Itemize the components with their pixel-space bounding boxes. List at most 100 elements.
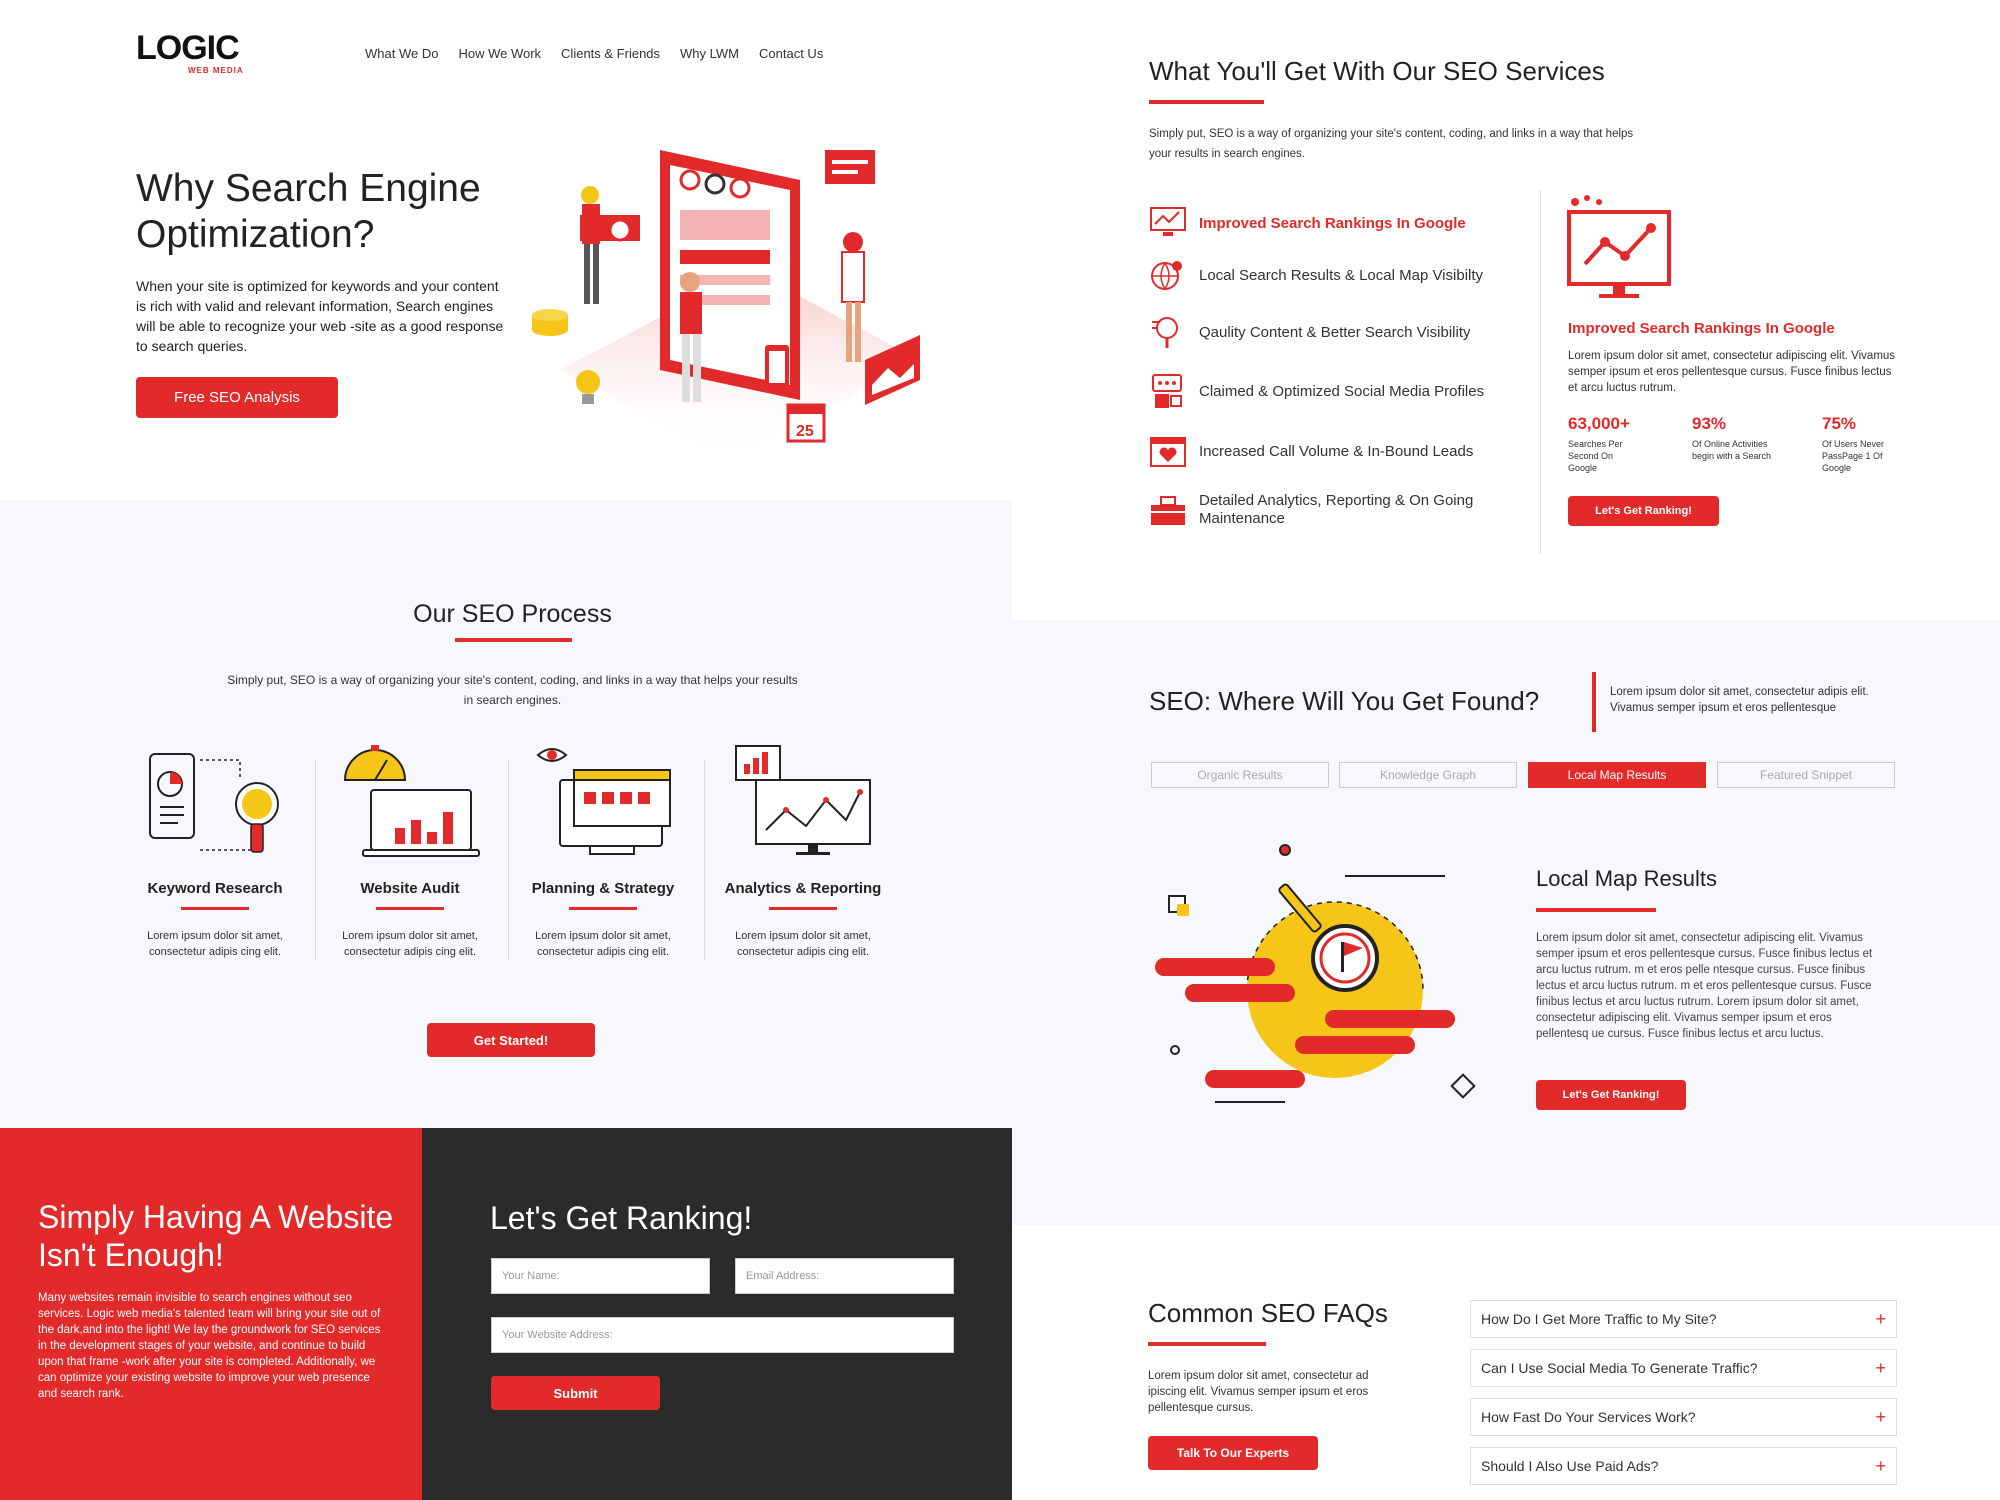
- service-item[interactable]: Claimed & Optimized Social Media Profile…: [1149, 360, 1529, 422]
- hero-title: Why Search Engine Optimization?: [136, 167, 481, 256]
- stat-1: 63,000+ Searches Per Second On Google: [1568, 414, 1648, 474]
- plus-icon[interactable]: +: [1875, 1407, 1886, 1428]
- keyword-research-icon: [149, 753, 279, 853]
- site-logo[interactable]: LOGIC WEB MEDIA: [136, 29, 256, 75]
- faq-question: How Do I Get More Traffic to My Site?: [1481, 1311, 1717, 1327]
- globe-pin-icon: [1151, 261, 1182, 291]
- found-detail-title: Local Map Results: [1536, 866, 1717, 891]
- service-item[interactable]: Qaulity Content & Better Search Visibili…: [1149, 304, 1529, 360]
- nav-why-lwm[interactable]: Why LWM: [680, 46, 739, 61]
- local-map-illustration: [1155, 844, 1476, 1103]
- step-underline: [569, 907, 637, 910]
- stat-label: Of Online Activities begin with a Search: [1692, 439, 1772, 461]
- analytics-reporting-icon: [735, 745, 871, 855]
- found-side-text: Lorem ipsum dolor sit amet, consectetur …: [1610, 686, 1869, 714]
- chart-monitor-icon: [1150, 207, 1186, 236]
- nav-what-we-do[interactable]: What We Do: [365, 46, 438, 61]
- tab-featured-snippet[interactable]: Featured Snippet: [1717, 762, 1895, 788]
- services-title-underline: [1149, 100, 1264, 104]
- faq-item-4[interactable]: Should I Also Use Paid Ads? +: [1470, 1447, 1897, 1485]
- service-label: Improved Search Rankings In Google: [1199, 214, 1466, 232]
- faq-item-1[interactable]: How Do I Get More Traffic to My Site? +: [1470, 1300, 1897, 1338]
- email-input[interactable]: [735, 1258, 954, 1294]
- form-panel: [422, 1128, 1012, 1500]
- found-title-bar: [1592, 672, 1596, 732]
- service-item[interactable]: Increased Call Volume & In-Bound Leads: [1149, 422, 1529, 480]
- nav-clients-friends[interactable]: Clients & Friends: [561, 46, 660, 61]
- heart-calendar-icon: [1150, 437, 1186, 467]
- step-title: Analytics & Reporting: [724, 880, 882, 897]
- website-input[interactable]: [491, 1317, 954, 1353]
- process-step-2: Website Audit Lorem ipsum dolor sit amet…: [325, 880, 495, 960]
- process-title: Our SEO Process: [413, 600, 612, 628]
- lets-get-ranking-button-2[interactable]: Let's Get Ranking!: [1536, 1080, 1686, 1110]
- search-content-icon: [1152, 317, 1178, 348]
- get-started-button[interactable]: Get Started!: [427, 1023, 595, 1057]
- step-desc: Lorem ipsum dolor sit amet, consectetur …: [535, 930, 671, 958]
- found-title: SEO: Where Will You Get Found?: [1149, 686, 1540, 716]
- service-label: Qaulity Content & Better Search Visibili…: [1199, 323, 1471, 341]
- website-audit-icon: [343, 745, 480, 857]
- submit-button[interactable]: Submit: [491, 1376, 660, 1410]
- found-detail-text: Lorem ipsum dolor sit amet, consectetur …: [1536, 932, 1873, 1040]
- toolbox-icon: [1151, 496, 1185, 525]
- process-step-3: Planning & Strategy Lorem ipsum dolor si…: [518, 880, 688, 960]
- process-divider: [315, 760, 316, 960]
- cta-title: Simply Having A Website Isn't Enough!: [38, 1199, 394, 1273]
- process-divider: [704, 760, 705, 960]
- faq-item-2[interactable]: Can I Use Social Media To Generate Traff…: [1470, 1349, 1897, 1387]
- section-diagonal: [0, 500, 1012, 520]
- faq-text: Lorem ipsum dolor sit amet, consectetur …: [1148, 1370, 1369, 1414]
- hero-text: When your site is optimized for keywords…: [136, 278, 504, 354]
- nav-contact-us[interactable]: Contact Us: [759, 46, 823, 61]
- stat-label: Of Users Never PassPage 1 Of Google: [1822, 439, 1885, 473]
- stat-2: 93% Of Online Activities begin with a Se…: [1692, 414, 1772, 462]
- process-title-underline: [455, 638, 572, 642]
- service-item[interactable]: Improved Search Rankings In Google: [1149, 200, 1529, 246]
- services-detail-title: Improved Search Rankings In Google: [1568, 320, 1835, 337]
- service-item[interactable]: Detailed Analytics, Reporting & On Going…: [1149, 480, 1529, 540]
- stat-number: 75%: [1822, 414, 1857, 433]
- step-underline: [376, 907, 444, 910]
- service-label: Claimed & Optimized Social Media Profile…: [1199, 382, 1485, 400]
- process-intro: Simply put, SEO is a way of organizing y…: [227, 673, 798, 707]
- main-nav: What We Do How We Work Clients & Friends…: [365, 46, 843, 61]
- cta-text: Many websites remain invisible to search…: [38, 1292, 381, 1400]
- step-title: Website Audit: [360, 880, 460, 897]
- tab-organic-results[interactable]: Organic Results: [1151, 762, 1329, 788]
- ranking-monitor-icon: [1567, 195, 1671, 298]
- process-divider: [508, 760, 509, 960]
- services-intro: Simply put, SEO is a way of organizing y…: [1149, 128, 1634, 160]
- plus-icon[interactable]: +: [1875, 1456, 1886, 1477]
- tab-local-map-results[interactable]: Local Map Results: [1528, 762, 1706, 788]
- faq-question: Should I Also Use Paid Ads?: [1481, 1458, 1659, 1474]
- free-seo-analysis-button[interactable]: Free SEO Analysis: [136, 377, 338, 418]
- services-detail-text: Lorem ipsum dolor sit amet, consectetur …: [1568, 350, 1896, 394]
- plus-icon[interactable]: +: [1875, 1358, 1886, 1379]
- step-desc: Lorem ipsum dolor sit amet, consectetur …: [735, 930, 871, 958]
- logo-sub: WEB MEDIA: [188, 66, 244, 75]
- talk-to-experts-button[interactable]: Talk To Our Experts: [1148, 1436, 1318, 1470]
- step-underline: [181, 907, 249, 910]
- hero-illustration: 25: [532, 150, 920, 460]
- services-list: Improved Search Rankings In Google Local…: [1149, 200, 1529, 540]
- service-item[interactable]: Local Search Results & Local Map Visibil…: [1149, 246, 1529, 304]
- lets-get-ranking-button[interactable]: Let's Get Ranking!: [1568, 496, 1719, 526]
- tab-knowledge-graph[interactable]: Knowledge Graph: [1339, 762, 1517, 788]
- logo-brand: LOGIC: [136, 29, 240, 67]
- faq-item-3[interactable]: How Fast Do Your Services Work? +: [1470, 1398, 1897, 1436]
- planning-strategy-icon: [536, 748, 671, 855]
- stat-number: 93%: [1692, 414, 1727, 433]
- name-input[interactable]: [491, 1258, 710, 1294]
- stat-3: 75% Of Users Never PassPage 1 Of Google: [1822, 414, 1902, 474]
- plus-icon[interactable]: +: [1875, 1309, 1886, 1330]
- nav-how-we-work[interactable]: How We Work: [458, 46, 541, 61]
- form-title: Let's Get Ranking!: [490, 1200, 753, 1236]
- step-desc: Lorem ipsum dolor sit amet, consectetur …: [147, 930, 283, 958]
- faq-title: Common SEO FAQs: [1148, 1298, 1388, 1328]
- services-divider: [1540, 190, 1541, 554]
- service-label: Increased Call Volume & In-Bound Leads: [1199, 442, 1474, 460]
- faq-question: Can I Use Social Media To Generate Traff…: [1481, 1360, 1758, 1376]
- faq-title-underline: [1148, 1342, 1266, 1346]
- service-label: Local Search Results & Local Map Visibil…: [1199, 266, 1484, 284]
